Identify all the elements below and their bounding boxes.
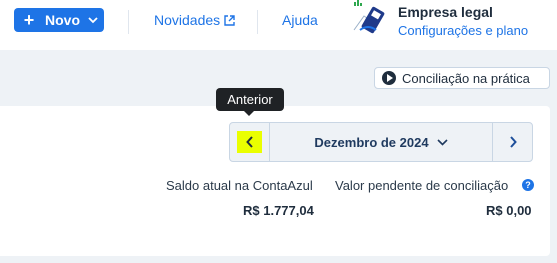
month-navigator: Dezembro de 2024 <box>229 122 533 162</box>
company-name: Empresa legal <box>398 4 493 20</box>
pendente-label: Valor pendente de conciliação <box>335 178 509 193</box>
plan-settings-link[interactable]: Configurações e plano <box>398 23 528 38</box>
play-icon <box>382 71 396 85</box>
saldo-value: R$ 1.777,04 <box>243 203 314 218</box>
chevron-down-icon <box>437 138 448 146</box>
next-month-button[interactable] <box>492 123 532 161</box>
ajuda-link[interactable]: Ajuda <box>282 12 318 28</box>
month-label: Dezembro de 2024 <box>314 134 429 150</box>
conciliacao-pratica-button[interactable]: Conciliação na prática <box>374 67 550 89</box>
chevron-right-icon <box>509 136 517 148</box>
header-divider <box>257 10 258 34</box>
saldo-label: Saldo atual na ContaAzul <box>166 178 313 193</box>
chevron-down-icon <box>88 16 98 24</box>
novo-label: Novo <box>45 12 80 28</box>
novo-button[interactable]: + Novo <box>14 8 104 32</box>
anterior-tooltip: Anterior <box>216 88 284 116</box>
novidades-label: Novidades <box>154 12 221 28</box>
info-icon[interactable]: ? <box>522 179 534 191</box>
conciliacao-pratica-label: Conciliação na prática <box>402 70 530 86</box>
previous-month-button[interactable] <box>230 123 270 161</box>
header-divider <box>128 10 129 34</box>
top-header: + Novo Novidades Ajuda Empresa legal Con… <box>0 0 557 50</box>
chevron-left-icon <box>237 131 262 153</box>
month-selector[interactable]: Dezembro de 2024 <box>270 123 492 161</box>
plus-icon: + <box>23 10 35 30</box>
external-link-icon <box>224 14 235 26</box>
company-logo <box>350 0 392 40</box>
pendente-value: R$ 0,00 <box>486 203 532 218</box>
novidades-link[interactable]: Novidades <box>154 12 235 28</box>
